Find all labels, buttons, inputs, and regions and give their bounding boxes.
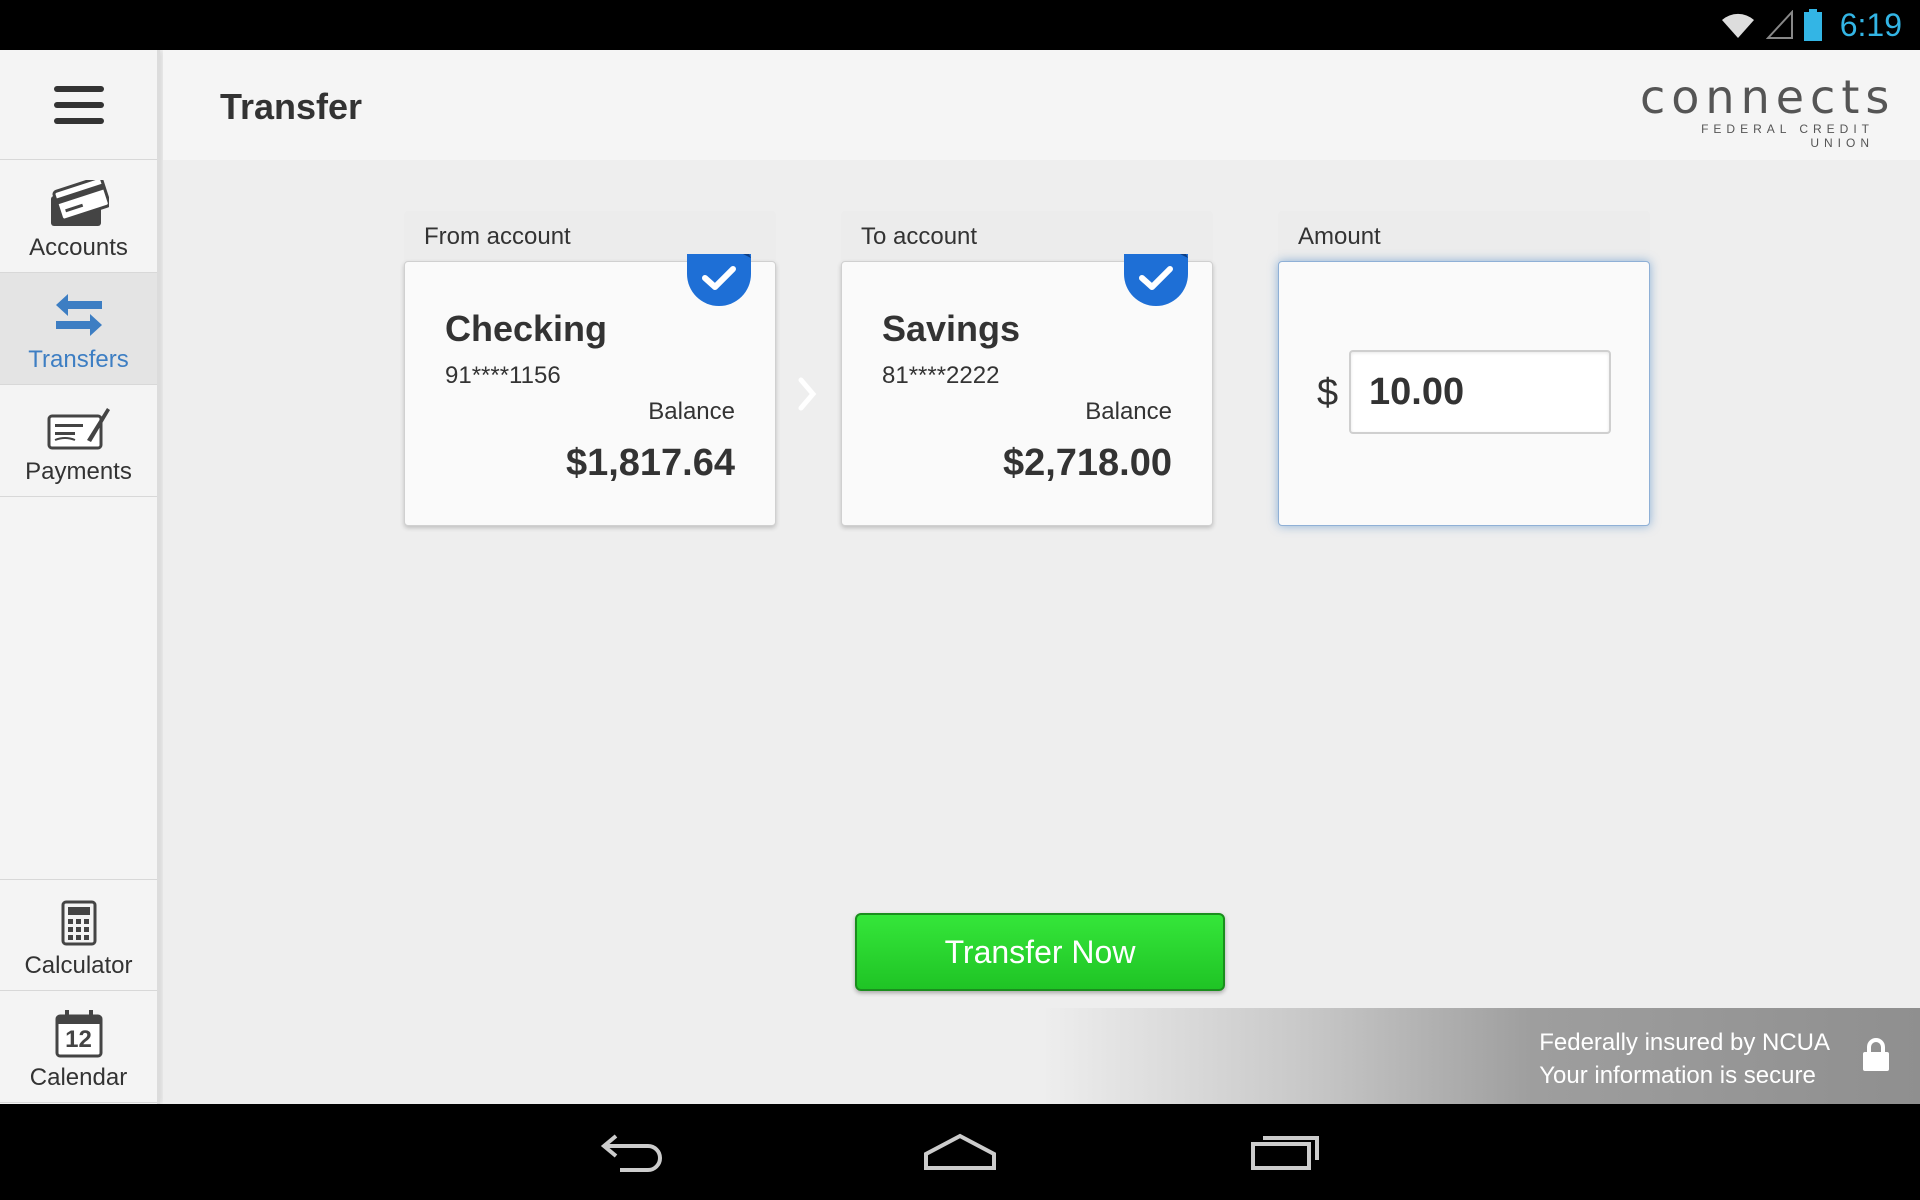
app-window: Accounts Transfers Payments Calculator 1… [0,50,1920,1104]
sidebar-item-payments[interactable]: Payments [0,385,157,497]
account-name: Checking [445,308,608,349]
transfer-content: From account Checking 91****1156 Balance… [163,160,1920,1104]
sidebar-item-label: Calendar [29,1064,128,1091]
currency-symbol: $ [1317,372,1339,414]
transfer-arrows-icon [55,294,102,336]
to-account-card[interactable]: Savings 81****2222 Balance $2,718.00 [841,254,1213,526]
transfer-now-button[interactable]: Transfer Now [855,913,1225,991]
hamburger-menu-icon [53,85,104,124]
sidebar-item-label: Calculator [24,952,133,979]
from-account-card[interactable]: Checking 91****1156 Balance $1,817.64 [404,254,776,526]
account-name: Savings [882,308,1021,349]
credit-card-icon [50,180,109,226]
check-pen-icon [47,408,110,450]
balance-label: Balance [1085,398,1172,425]
battery-icon [1803,9,1822,41]
lock-icon [1863,1038,1889,1071]
sidebar-item-label: Accounts [29,234,128,261]
cell-signal-icon [1765,10,1793,39]
amount-panel: Amount $ [1278,211,1650,526]
footer-text: Federally insured by NCUA Your informati… [1539,1026,1830,1092]
calculator-icon [61,900,96,946]
from-account-panel: From account Checking 91****1156 Balance… [404,211,776,526]
amount-label: Amount [1278,211,1650,261]
sidebar-item-calendar[interactable]: 12 Calendar [0,991,157,1103]
status-icons: 6:19 [1720,6,1902,44]
sidebar-item-label: Transfers [28,346,129,373]
amount-card: $ [1278,261,1650,526]
header: Transfer connects FEDERAL CREDIT UNION [163,50,1920,160]
amount-input[interactable] [1349,350,1611,434]
account-number: 91****1156 [445,362,561,389]
to-account-panel: To account Savings 81****2222 Balance $2… [841,211,1213,526]
chevron-right-icon [798,377,817,411]
back-icon [600,1134,662,1172]
logo-word: connects [1640,70,1896,124]
sidebar: Accounts Transfers Payments Calculator 1… [0,50,160,1104]
back-button[interactable] [590,1126,680,1178]
sidebar-item-calculator[interactable]: Calculator [0,879,157,991]
recent-apps-button[interactable] [1240,1126,1330,1178]
sidebar-item-label: Payments [25,458,132,485]
selected-check-icon [687,254,751,306]
secure-notice: Your information is secure [1539,1062,1816,1089]
balance-value: $2,718.00 [1002,442,1172,484]
recent-apps-icon [1251,1136,1319,1170]
connects-logo: connects FEDERAL CREDIT UNION [1640,70,1896,150]
page-title: Transfer [220,86,363,127]
selected-check-icon [1124,254,1188,306]
logo-subtitle: FEDERAL CREDIT UNION [1701,122,1874,150]
menu-button[interactable] [0,50,157,160]
balance-value: $1,817.64 [565,442,735,484]
account-number: 81****2222 [882,362,1000,389]
sidebar-item-transfers[interactable]: Transfers [0,273,157,385]
calendar-day: 12 [65,1026,92,1053]
status-bar: 6:19 [0,0,1920,50]
system-nav-bar [0,1104,1920,1200]
balance-label: Balance [648,398,735,425]
ncua-notice: Federally insured by NCUA [1539,1029,1830,1056]
calendar-icon: 12 [55,1010,103,1058]
wifi-icon [1721,13,1754,38]
home-icon [924,1133,996,1170]
sidebar-item-accounts[interactable]: Accounts [0,161,157,273]
home-button[interactable] [915,1126,1005,1178]
security-footer: Federally insured by NCUA Your informati… [163,1008,1920,1104]
status-time: 6:19 [1839,6,1902,43]
